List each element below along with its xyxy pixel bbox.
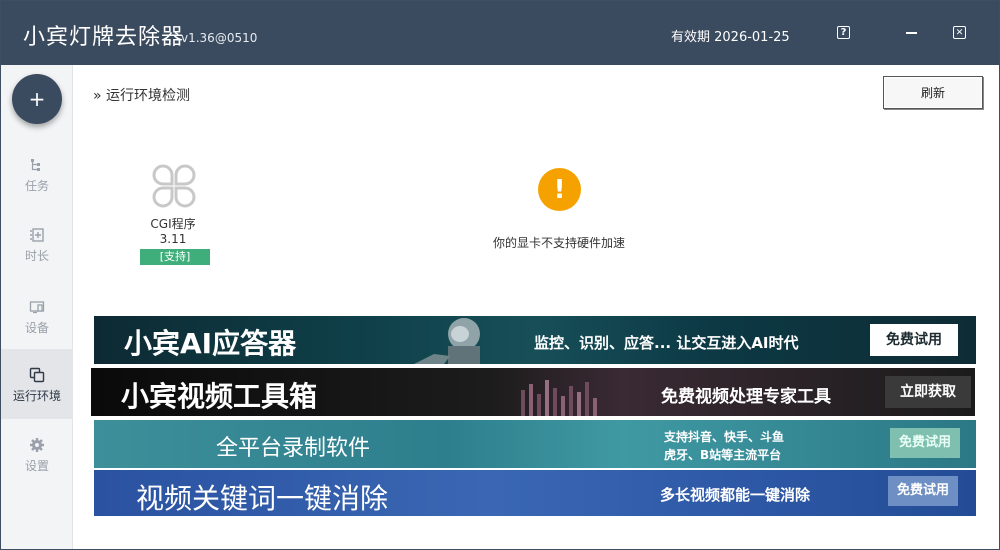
plus-icon: + [28, 87, 46, 111]
banner-subtitle-line1: 支持抖音、快手、斗鱼 [664, 430, 785, 444]
banner-ai-responder[interactable]: 小宾AI应答器 监控、识别、应答... 让交互进入AI时代 免费试用 [94, 316, 976, 364]
close-icon: ✕ [955, 27, 964, 38]
free-trial-button[interactable]: 免费试用 [890, 428, 960, 458]
expiry-date: 有效期 2026-01-25 [671, 30, 790, 45]
app-title: 小宾灯牌去除器 [23, 25, 185, 50]
banner-subtitle-line2: 虎牙、B站等主流平台 [664, 448, 782, 462]
sidebar-item-settings[interactable]: 设置 [1, 421, 73, 491]
banner-subtitle: 多长视频都能一键消除 [660, 486, 811, 504]
robot-image [414, 318, 480, 364]
sidebar-item-environment[interactable]: 运行环境 [1, 349, 73, 419]
close-button[interactable]: ✕ [953, 26, 966, 39]
free-trial-button[interactable]: 免费试用 [888, 476, 958, 506]
app-version: v1.36@0510 [181, 31, 258, 45]
banner-keyword-remover[interactable]: 视频关键词一键消除 多长视频都能一键消除 免费试用 [94, 470, 976, 516]
warning-icon: ! [538, 168, 581, 211]
minimize-button[interactable] [906, 32, 917, 34]
sidebar-item-label: 设备 [24, 321, 49, 335]
banner-subtitle: 监控、识别、应答... 让交互进入AI时代 [534, 334, 799, 352]
environment-icon [29, 367, 45, 383]
cgi-name: CGI程序 [150, 217, 196, 231]
add-button[interactable]: + [12, 74, 62, 124]
sidebar-item-device[interactable]: 设备 [1, 283, 73, 353]
cgi-icon [152, 164, 196, 208]
get-now-button[interactable]: 立即获取 [885, 376, 971, 408]
refresh-button[interactable]: 刷新 [883, 76, 983, 109]
banner-title: 视频关键词一键消除 [136, 482, 389, 515]
help-icon: ? [840, 27, 847, 38]
banner-title: 小宾视频工具箱 [121, 380, 318, 413]
duration-icon [30, 228, 44, 242]
sidebar-item-label: 运行环境 [12, 389, 61, 403]
gear-icon [30, 438, 44, 452]
sidebar-item-duration[interactable]: 时长 [1, 211, 73, 281]
sidebar-item-label: 设置 [24, 459, 49, 473]
cgi-version: 3.11 [159, 232, 187, 246]
task-icon [31, 159, 40, 171]
app-window: 小宾灯牌去除器 v1.36@0510 有效期 2026-01-25 ? ✕ + … [0, 0, 1000, 550]
main-panel: » 运行环境检测 刷新 CGI程序 3.11 [支持] ! 你的显卡不支持硬件加… [73, 65, 999, 549]
sidebar-item-task[interactable]: 任务 [1, 141, 73, 211]
titlebar: 小宾灯牌去除器 v1.36@0510 有效期 2026-01-25 ? ✕ [1, 1, 999, 65]
banner-title: 全平台录制软件 [216, 436, 371, 461]
warning-text: 你的显卡不支持硬件加速 [492, 236, 625, 250]
sidebar: + 任务 时长 设备 运行环境 设置 [1, 65, 73, 549]
section-title: » 运行环境检测 [93, 88, 191, 104]
banner-title: 小宾AI应答器 [124, 327, 297, 360]
sidebar-item-label: 时长 [24, 249, 49, 263]
banner-recorder[interactable]: 全平台录制软件 支持抖音、快手、斗鱼 虎牙、B站等主流平台 免费试用 [94, 420, 976, 468]
sidebar-item-label: 任务 [24, 179, 49, 193]
banner-video-toolbox[interactable]: 小宾视频工具箱 免费视频处理专家工具 立即获取 [90, 367, 976, 417]
device-icon [29, 301, 45, 314]
free-trial-button[interactable]: 免费试用 [870, 324, 958, 356]
status-badge: [支持] [140, 249, 210, 265]
help-button[interactable]: ? [837, 26, 850, 39]
banner-subtitle: 免费视频处理专家工具 [661, 387, 831, 407]
